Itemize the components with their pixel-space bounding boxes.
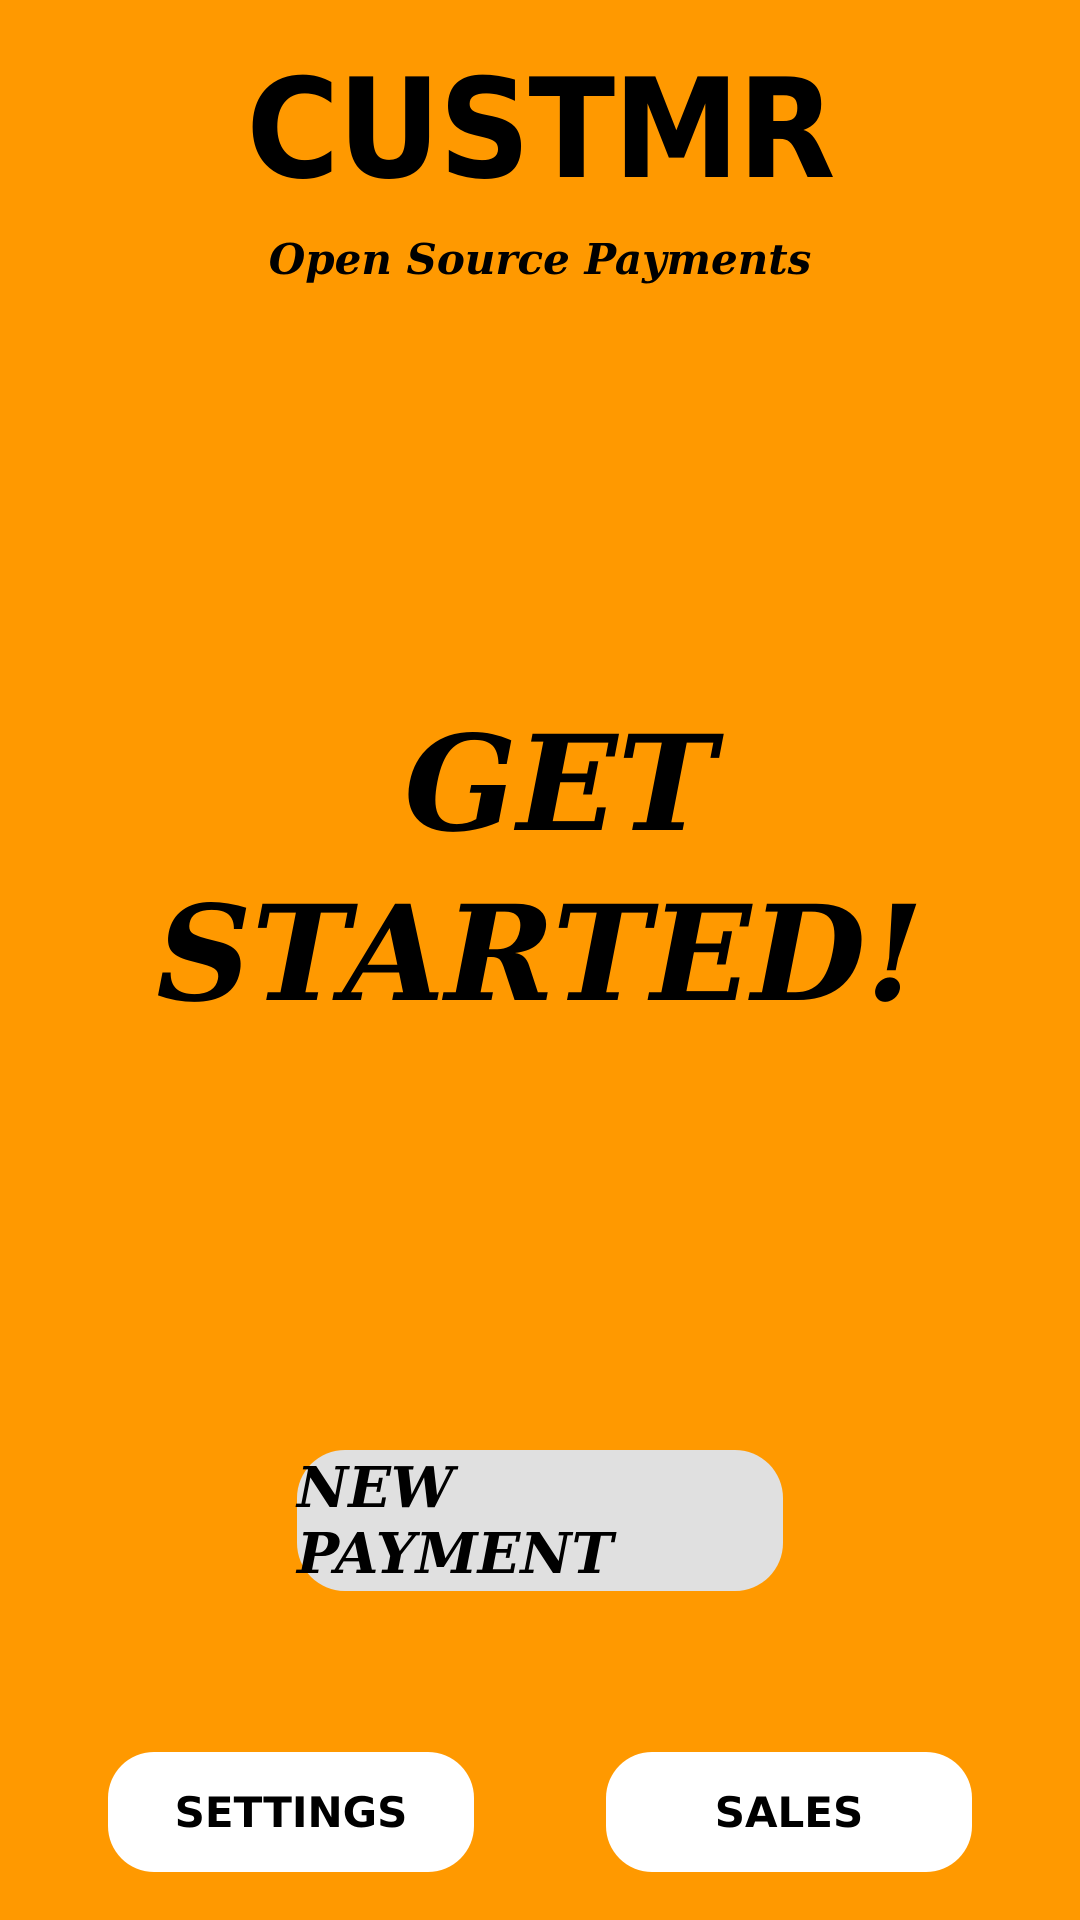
settings-button[interactable]: SETTINGS — [108, 1752, 474, 1872]
app-subtitle: Open Source Payments — [268, 235, 812, 284]
hero-line-1: GET — [404, 707, 716, 862]
get-started-heading: GET STARTED! — [0, 700, 1080, 1040]
sales-button[interactable]: SALES — [606, 1752, 972, 1872]
home-screen: CUSTMR Open Source Payments GET STARTED!… — [0, 0, 1080, 1920]
app-title: CUSTMR — [246, 49, 835, 210]
new-payment-button[interactable]: NEW PAYMENT — [297, 1450, 783, 1591]
hero-line-2: STARTED! — [156, 877, 924, 1032]
